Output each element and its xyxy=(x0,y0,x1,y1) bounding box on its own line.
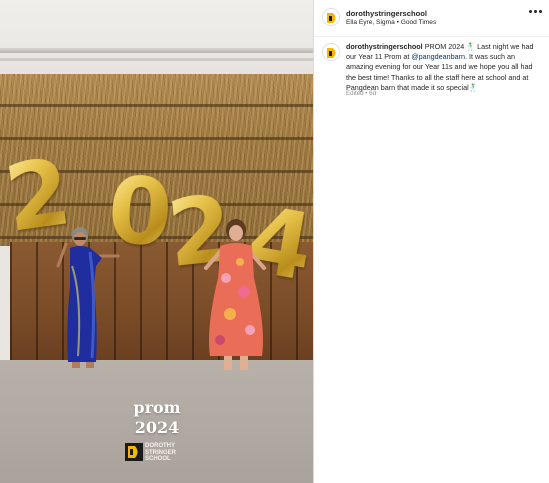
caption-text: dorothystringerschool PROM 2024 🕺 Last n… xyxy=(346,42,544,93)
wall-pipe xyxy=(0,48,313,53)
header-divider xyxy=(314,36,549,37)
school-avatar-icon xyxy=(323,9,339,25)
person-in-floral-dress xyxy=(204,219,266,370)
barn-wall xyxy=(0,0,313,80)
caption-avatar[interactable] xyxy=(322,43,340,61)
prom-watermark: prom 2024 DOROTHY STRINGER SCHOOL xyxy=(116,398,198,464)
watermark-line-1: prom xyxy=(133,398,181,417)
avatar[interactable] xyxy=(322,8,340,26)
wall-pipe-lower xyxy=(0,58,313,61)
post-media-photo[interactable]: 2 0 2 4 prom 2024 DOROTHY STRINGER SCHOO… xyxy=(0,0,313,483)
school-avatar-icon xyxy=(323,44,339,60)
caption-mention-link[interactable]: @pangdeanbarn xyxy=(411,52,465,61)
more-horizontal-icon[interactable] xyxy=(529,10,543,16)
watermark-line-2: 2024 xyxy=(134,418,180,437)
school-logo-text: DOROTHY STRINGER SCHOOL xyxy=(145,443,191,463)
post-audio-subtitle[interactable]: Ella Eyre, Sigma • Good Times xyxy=(346,19,436,26)
panel-divider xyxy=(313,0,314,483)
school-logo: DOROTHY STRINGER SCHOOL xyxy=(125,442,189,464)
logo-line-3: SCHOOL xyxy=(145,456,171,462)
post-username[interactable]: dorothystringerschool xyxy=(346,9,427,18)
school-logo-mark-icon xyxy=(125,443,143,461)
caption-edited-time: Edited • 6d xyxy=(346,90,377,97)
person-in-blue-sari xyxy=(56,227,120,368)
post-header: dorothystringerschool Ella Eyre, Sigma •… xyxy=(314,0,549,36)
caption-username[interactable]: dorothystringerschool xyxy=(346,42,423,51)
